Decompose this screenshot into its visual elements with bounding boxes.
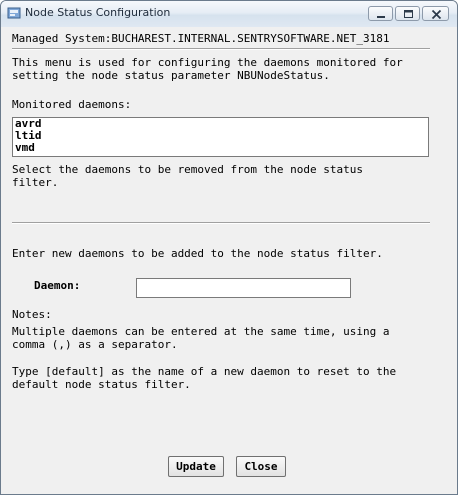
minimize-icon: [377, 16, 385, 18]
remove-hint-line-2: filter.: [12, 176, 59, 189]
monitored-daemons-list[interactable]: avrd ltid vmd: [12, 117, 429, 157]
list-item[interactable]: avrd: [13, 118, 428, 130]
separator: [12, 48, 430, 50]
notes-line-4: default node status filter.: [12, 378, 191, 391]
maximize-button[interactable]: [395, 6, 420, 21]
maximize-icon: [404, 10, 413, 18]
monitored-daemons-label: Monitored daemons:: [12, 98, 132, 111]
description-line-2: setting the node status parameter NBUNod…: [12, 69, 330, 82]
notes-label: Notes:: [12, 308, 52, 321]
window-title: Node Status Configuration: [25, 6, 171, 19]
remove-hint-line-1: Select the daemons to be removed from th…: [12, 163, 363, 176]
separator: [12, 222, 430, 224]
dialog-content: Managed System:BUCHAREST.INTERNAL.SENTRY…: [1, 27, 457, 494]
add-instruction: Enter new daemons to be added to the nod…: [12, 247, 383, 260]
close-icon: [431, 9, 442, 20]
update-button[interactable]: Update: [168, 456, 224, 477]
close-window-button[interactable]: [422, 6, 449, 21]
daemon-label: Daemon:: [34, 279, 81, 292]
daemon-input[interactable]: [136, 278, 351, 298]
node-status-window: Node Status Configuration Managed System…: [0, 0, 458, 495]
title-bar[interactable]: Node Status Configuration: [1, 1, 457, 28]
managed-system-label: Managed System:BUCHAREST.INTERNAL.SENTRY…: [12, 32, 390, 45]
close-button[interactable]: Close: [236, 456, 286, 477]
notes-line-1: Multiple daemons can be entered at the s…: [12, 325, 390, 338]
minimize-button[interactable]: [368, 6, 393, 21]
app-icon: [7, 6, 21, 20]
notes-line-2: comma (,) as a separator.: [12, 338, 178, 351]
notes-line-3: Type [default] as the name of a new daem…: [12, 365, 397, 378]
list-item[interactable]: ltid: [13, 130, 428, 142]
list-item[interactable]: vmd: [13, 142, 428, 154]
description-line-1: This menu is used for configuring the da…: [12, 56, 403, 69]
